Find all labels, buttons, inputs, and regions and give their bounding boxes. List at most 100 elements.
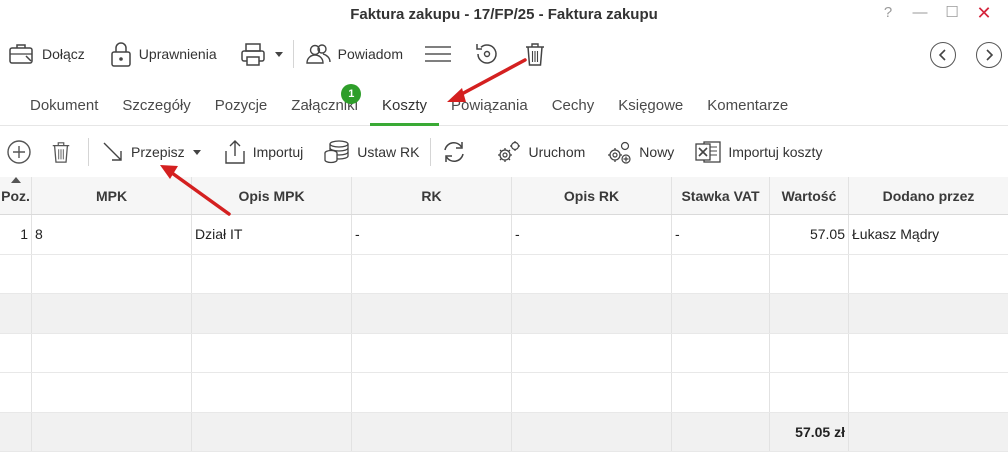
toolbar-divider bbox=[292, 40, 294, 68]
history-button[interactable] bbox=[467, 36, 507, 72]
column-header-rk[interactable]: RK bbox=[352, 177, 512, 214]
table-summary-row: 57.05 zł bbox=[0, 412, 1008, 452]
add-cost-button[interactable] bbox=[0, 127, 38, 177]
import-costs-label: Importuj koszty bbox=[728, 144, 823, 160]
cell-rk[interactable]: - bbox=[352, 215, 512, 254]
sort-ascending-icon[interactable] bbox=[11, 177, 21, 183]
main-toolbar: Dołącz Uprawnienia Powiadom bbox=[0, 36, 1008, 72]
tab-ksiegowe[interactable]: Księgowe bbox=[606, 88, 695, 126]
table-row[interactable]: 1 8 Dział IT - - - 57.05 Łukasz Mądry bbox=[0, 215, 1008, 255]
upload-icon bbox=[224, 140, 245, 164]
cell-mpk[interactable]: 8 bbox=[32, 215, 192, 254]
empty-cell bbox=[770, 254, 849, 293]
hamburger-icon bbox=[425, 46, 451, 62]
tab-pozycje[interactable]: Pozycje bbox=[203, 88, 280, 126]
delete-document-button[interactable] bbox=[517, 36, 553, 72]
rewrite-label: Przepisz bbox=[131, 144, 185, 160]
printer-icon bbox=[240, 43, 265, 66]
previous-button[interactable] bbox=[930, 42, 956, 68]
empty-cell bbox=[32, 373, 192, 412]
tab-bar: Dokument Szczegóły Pozycje Załączniki 1 K… bbox=[0, 84, 1008, 126]
print-button[interactable] bbox=[233, 36, 289, 72]
table-header: Poz. MPK Opis MPK RK Opis RK Stawka VAT … bbox=[0, 177, 1008, 215]
tab-szczegoly[interactable]: Szczegóły bbox=[110, 88, 202, 126]
total-value: 57.05 zł bbox=[770, 412, 849, 451]
arrow-down-right-icon bbox=[103, 142, 122, 161]
maximize-button[interactable]: ☐ bbox=[936, 2, 968, 24]
empty-cell bbox=[849, 373, 1008, 412]
empty-cell bbox=[0, 412, 32, 451]
import-button[interactable]: Importuj bbox=[217, 127, 310, 177]
refresh-button[interactable] bbox=[435, 127, 473, 177]
empty-cell bbox=[32, 333, 192, 372]
empty-cell bbox=[0, 294, 32, 333]
column-header-vat-rate[interactable]: Stawka VAT bbox=[672, 177, 770, 214]
new-button[interactable]: Nowy bbox=[599, 127, 680, 177]
empty-cell bbox=[32, 254, 192, 293]
empty-cell bbox=[849, 334, 1008, 373]
import-label: Importuj bbox=[252, 144, 304, 160]
history-icon bbox=[476, 44, 497, 64]
record-navigation bbox=[910, 42, 1002, 68]
chevron-left-icon bbox=[938, 49, 946, 61]
empty-cell bbox=[672, 294, 770, 333]
next-button[interactable] bbox=[976, 42, 1002, 68]
minimize-button[interactable]: — bbox=[904, 2, 936, 24]
cell-mpk-description[interactable]: Dział IT bbox=[192, 215, 352, 254]
cell-value[interactable]: 57.05 bbox=[770, 215, 849, 254]
chevron-down-icon[interactable] bbox=[274, 51, 283, 57]
empty-cell bbox=[0, 254, 32, 293]
toolbar-divider bbox=[88, 138, 89, 166]
permissions-button[interactable]: Uprawnienia bbox=[103, 36, 223, 72]
tab-label: Pozycje bbox=[214, 97, 268, 114]
tab-komentarze[interactable]: Komentarze bbox=[695, 88, 800, 126]
empty-cell bbox=[672, 333, 770, 372]
column-header-value[interactable]: Wartość bbox=[770, 177, 849, 214]
table-row-empty bbox=[0, 294, 1008, 334]
empty-cell bbox=[512, 254, 672, 293]
column-header-mpk[interactable]: MPK bbox=[32, 177, 192, 214]
run-label: Uruchom bbox=[528, 144, 586, 160]
attachments-count-badge: 1 bbox=[341, 84, 362, 104]
cell-position[interactable]: 1 bbox=[0, 215, 32, 254]
empty-cell bbox=[32, 412, 192, 451]
rewrite-button[interactable]: Przepisz bbox=[95, 127, 207, 177]
tab-koszty[interactable]: Koszty bbox=[369, 88, 439, 126]
tab-dokument[interactable]: Dokument bbox=[18, 88, 110, 126]
window-title: Faktura zakupu - 17/FP/25 - Faktura zaku… bbox=[350, 6, 658, 23]
tab-cechy[interactable]: Cechy bbox=[540, 88, 607, 126]
tab-powiazania[interactable]: Powiązania bbox=[439, 88, 540, 126]
empty-cell bbox=[352, 412, 512, 451]
column-header-rk-description[interactable]: Opis RK bbox=[512, 177, 672, 214]
window-controls: ? — ☐ ✕ bbox=[872, 2, 1000, 24]
tab-label: Dokument bbox=[30, 97, 99, 114]
help-button[interactable]: ? bbox=[872, 2, 904, 24]
empty-cell bbox=[770, 294, 849, 333]
trash-icon bbox=[52, 142, 70, 163]
column-header-added-by[interactable]: Dodano przez bbox=[849, 177, 1008, 214]
close-button[interactable]: ✕ bbox=[968, 2, 1000, 24]
permissions-label: Uprawnienia bbox=[138, 46, 217, 62]
menu-button[interactable] bbox=[417, 36, 459, 72]
empty-cell bbox=[770, 373, 849, 412]
chevron-down-icon[interactable] bbox=[192, 149, 201, 155]
tab-label: Księgowe bbox=[618, 97, 684, 114]
chevron-right-icon bbox=[986, 49, 994, 61]
notify-button[interactable]: Powiadom bbox=[298, 36, 409, 72]
refresh-icon bbox=[443, 141, 464, 163]
import-costs-button[interactable]: Importuj koszty bbox=[688, 127, 828, 177]
empty-cell bbox=[192, 373, 352, 412]
run-button[interactable]: Uruchom bbox=[489, 127, 592, 177]
gears-add-icon bbox=[608, 141, 631, 164]
lock-icon bbox=[111, 42, 131, 67]
empty-cell bbox=[192, 254, 352, 293]
empty-cell bbox=[192, 333, 352, 372]
delete-cost-button[interactable] bbox=[44, 127, 78, 177]
cell-vat-rate[interactable]: - bbox=[672, 215, 770, 254]
tab-zalaczniki[interactable]: Załączniki 1 bbox=[279, 84, 370, 126]
set-rk-button[interactable]: Ustaw RK bbox=[317, 127, 425, 177]
attach-button[interactable]: Dołącz bbox=[0, 36, 91, 72]
cell-added-by[interactable]: Łukasz Mądry bbox=[849, 215, 1008, 254]
column-header-mpk-description[interactable]: Opis MPK bbox=[192, 177, 352, 214]
cell-rk-description[interactable]: - bbox=[512, 215, 672, 254]
